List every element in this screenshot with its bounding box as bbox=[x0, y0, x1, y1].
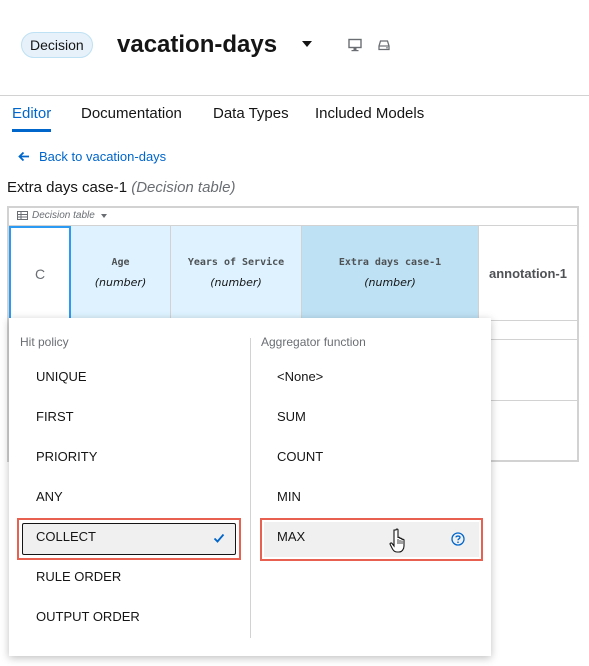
help-icon[interactable] bbox=[451, 532, 465, 546]
column-name: annotation-1 bbox=[489, 265, 567, 281]
hit-policy-value: C bbox=[34, 265, 46, 282]
drive-icon[interactable] bbox=[377, 38, 391, 52]
decision-badge: Decision bbox=[21, 32, 93, 58]
check-icon bbox=[213, 533, 225, 543]
aggregator-option-hovered[interactable]: MAX bbox=[277, 517, 305, 557]
tab-documentation[interactable]: Documentation bbox=[81, 105, 182, 132]
hit-policy-option[interactable]: RULE ORDER bbox=[36, 557, 121, 597]
column-name: Extra days case-1 bbox=[338, 257, 442, 268]
hit-policy-option[interactable]: FIRST bbox=[36, 397, 74, 437]
tab-editor[interactable]: Editor bbox=[12, 105, 52, 132]
editor-header: Decision vacation-days bbox=[0, 0, 589, 96]
column-type: (number) bbox=[210, 276, 262, 289]
expression-title: Extra days case-1 (Decision table) bbox=[7, 179, 235, 196]
hand-pointer-icon bbox=[389, 528, 405, 553]
hit-policy-cell[interactable]: C bbox=[9, 226, 71, 321]
column-type: (number) bbox=[364, 276, 416, 289]
back-link[interactable]: Back to vacation-days bbox=[17, 149, 166, 164]
tab-data-types[interactable]: Data Types bbox=[213, 105, 289, 132]
column-name: Age bbox=[111, 257, 130, 268]
caret-down-icon bbox=[100, 213, 107, 218]
expression-type-selector[interactable]: Decision table bbox=[9, 208, 577, 226]
aggregator-option[interactable]: SUM bbox=[277, 397, 306, 437]
hit-policy-option[interactable]: OUTPUT ORDER bbox=[36, 597, 140, 637]
output-column[interactable]: Extra days case-1 (number) bbox=[302, 226, 479, 321]
expression-name: Extra days case-1 bbox=[7, 179, 128, 196]
chevron-down-icon[interactable] bbox=[302, 41, 312, 47]
table-icon bbox=[17, 211, 28, 220]
hit-policy-option[interactable]: ANY bbox=[36, 477, 63, 517]
monitor-icon[interactable] bbox=[348, 38, 362, 52]
aggregator-option[interactable]: MIN bbox=[277, 477, 301, 517]
hit-policy-popover: Hit policy Aggregator function UNIQUE FI… bbox=[9, 318, 491, 656]
aggregator-option[interactable]: COUNT bbox=[277, 437, 323, 477]
input-column-years-of-service[interactable]: Years of Service (number) bbox=[171, 226, 302, 321]
tab-included-models[interactable]: Included Models bbox=[315, 105, 424, 132]
aggregator-option[interactable]: <None> bbox=[277, 357, 323, 397]
hit-policy-option[interactable]: UNIQUE bbox=[36, 357, 87, 397]
hit-policy-option-selected[interactable]: COLLECT bbox=[36, 517, 96, 557]
model-title[interactable]: vacation-days bbox=[117, 31, 277, 59]
editor-tabs: Editor Documentation Data Types Included… bbox=[0, 96, 589, 132]
hit-policy-option[interactable]: PRIORITY bbox=[36, 437, 97, 477]
input-column-age[interactable]: Age (number) bbox=[71, 226, 171, 321]
back-link-label: Back to vacation-days bbox=[39, 149, 167, 164]
annotation-column[interactable]: annotation-1 bbox=[479, 226, 577, 321]
hit-policy-header: Hit policy bbox=[20, 335, 69, 349]
arrow-left-icon bbox=[18, 151, 29, 162]
column-name: Years of Service bbox=[187, 257, 285, 268]
column-type: (number) bbox=[94, 276, 147, 289]
popover-divider bbox=[250, 338, 251, 638]
expression-type-label: Decision table bbox=[32, 210, 95, 221]
aggregator-header: Aggregator function bbox=[261, 335, 366, 349]
expression-type: (Decision table) bbox=[131, 179, 236, 196]
